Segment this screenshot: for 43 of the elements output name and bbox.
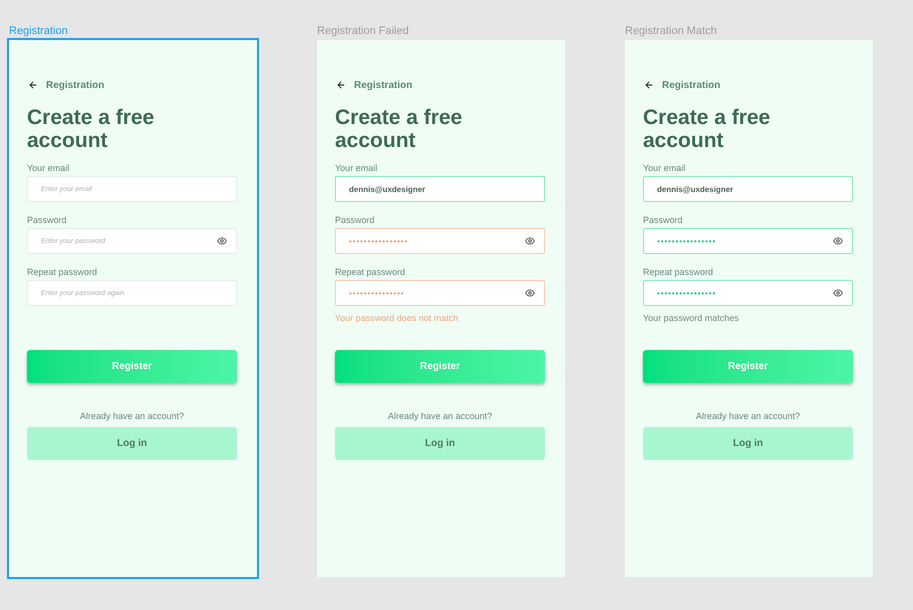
field-label: Password	[335, 214, 376, 226]
eye-icon[interactable]	[217, 236, 227, 246]
page-heading: Create a free account	[643, 106, 772, 152]
screen-title: Registration	[662, 78, 720, 92]
field-label: Your email	[27, 162, 70, 174]
field-label: Repeat password	[335, 266, 406, 278]
input-field[interactable]: dennis@uxdesigner	[335, 176, 545, 202]
register-button[interactable]: Register	[643, 350, 853, 383]
back-arrow-icon[interactable]	[28, 80, 38, 90]
screen-title: Registration	[46, 78, 104, 92]
field-label: Password	[27, 214, 68, 226]
field-label: Repeat password	[27, 266, 98, 278]
frame-label: Registration Failed	[317, 25, 410, 37]
input-field[interactable]: ••••••••••••••••	[335, 228, 545, 254]
eye-icon[interactable]	[525, 236, 535, 246]
page-heading: Create a free account	[27, 106, 156, 152]
frame-label: Registration	[9, 25, 69, 37]
frame-label: Registration Match	[625, 25, 718, 37]
field-label: Password	[643, 214, 684, 226]
back-arrow-icon[interactable]	[336, 80, 346, 90]
register-button[interactable]: Register	[335, 350, 545, 383]
screen-title: Registration	[354, 78, 412, 92]
eye-icon[interactable]	[525, 288, 535, 298]
input-field[interactable]: •••••••••••••••	[335, 280, 545, 306]
validation-message: Your password does not match	[335, 312, 458, 324]
field-label: Your email	[643, 162, 686, 174]
login-button[interactable]: Log in	[643, 427, 853, 460]
login-button[interactable]: Log in	[335, 427, 545, 460]
field-label: Your email	[335, 162, 378, 174]
back-arrow-icon[interactable]	[644, 80, 654, 90]
register-button[interactable]: Register	[27, 350, 237, 383]
input-field[interactable]: ••••••••••••••••	[643, 228, 853, 254]
field-label: Repeat password	[643, 266, 714, 278]
login-button[interactable]: Log in	[27, 427, 237, 460]
eye-icon[interactable]	[833, 236, 843, 246]
login-prompt: Already have an account?	[80, 410, 184, 422]
validation-message: Your password matches	[643, 312, 739, 324]
input-field[interactable]: ••••••••••••••••	[643, 280, 853, 306]
page-heading: Create a free account	[335, 106, 464, 152]
eye-icon[interactable]	[833, 288, 843, 298]
login-prompt: Already have an account?	[388, 410, 492, 422]
login-prompt: Already have an account?	[696, 410, 800, 422]
input-field[interactable]: dennis@uxdesigner	[643, 176, 853, 202]
